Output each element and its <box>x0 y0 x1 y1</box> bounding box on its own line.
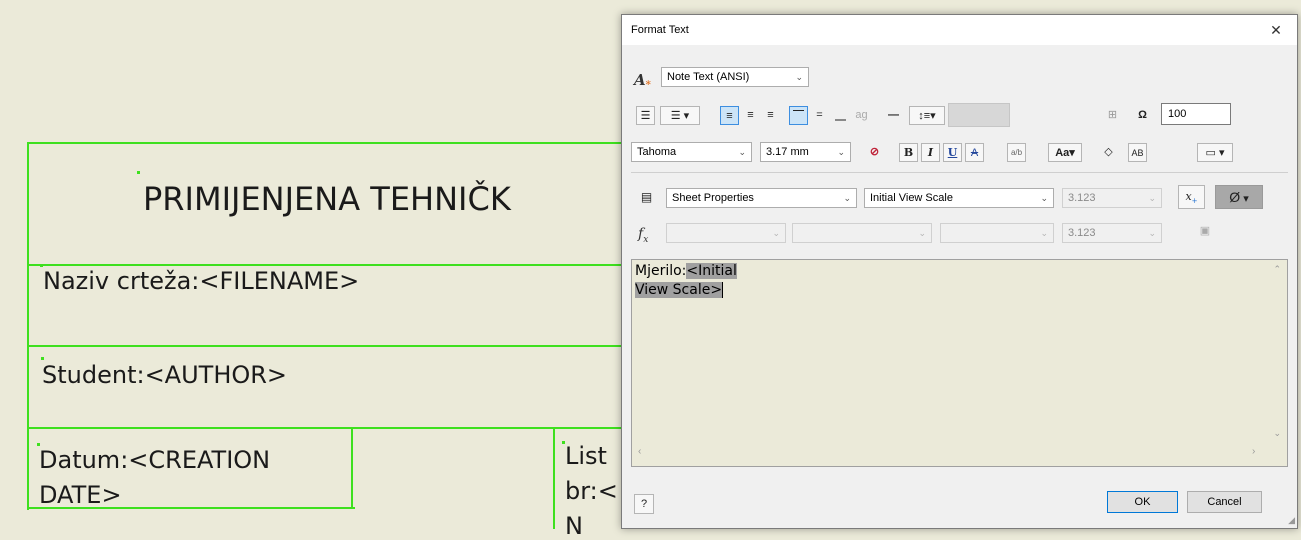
align-center-icon[interactable]: ≡ <box>741 106 760 125</box>
frame-icon[interactable]: AB <box>1128 143 1147 162</box>
ok-button[interactable]: OK <box>1107 491 1178 513</box>
border-top <box>27 142 627 144</box>
row-divider-2 <box>27 345 627 347</box>
text-style-select[interactable]: Note Text (ANSI) ⌄ <box>661 67 809 87</box>
editor-field-selection-1: <Initial <box>686 263 737 279</box>
insert-symbol-button[interactable]: Ø ▾ <box>1215 185 1263 209</box>
align-bottom-icon[interactable]: ⎽ <box>831 106 850 125</box>
close-icon: ✕ <box>1270 22 1282 38</box>
scroll-right-arrow[interactable]: › <box>1252 446 1255 457</box>
toolbar-separator <box>631 172 1288 173</box>
scale-input[interactable]: 100 <box>1161 103 1231 125</box>
col-divider-2 <box>553 427 555 529</box>
underline-button[interactable]: U <box>943 143 962 162</box>
datum-field-line1: Datum:<CREATION <box>39 446 271 474</box>
help-icon: ? <box>640 498 648 510</box>
numbered-list-icon[interactable]: ☰ ▾ <box>660 106 700 125</box>
dialog-title-bar <box>622 15 1297 45</box>
row-divider-3 <box>27 427 627 429</box>
add-parameter-icon[interactable]: x+ <box>1178 185 1205 209</box>
scroll-down-arrow[interactable]: ⌄ <box>1273 428 1281 439</box>
fx-select-3[interactable]: ⌄ <box>940 223 1054 243</box>
resize-grip[interactable]: ◢ <box>1288 515 1295 526</box>
editor-field-selection-2: View Scale> <box>635 282 723 298</box>
stretch-icon[interactable]: ⊞ <box>1103 106 1122 125</box>
sheet-properties-icon: ▤ <box>640 190 653 204</box>
align-top-icon[interactable]: ⎺ <box>789 106 808 125</box>
list-field-line3: N <box>565 512 583 540</box>
text-editor[interactable]: Mjerilo:<Initial View Scale> ⌃ ⌄ ‹ › <box>631 259 1288 467</box>
fx-select-1[interactable]: ⌄ <box>666 223 786 243</box>
border-left <box>27 142 29 510</box>
editor-text-prefix: Mjerilo: <box>635 263 687 279</box>
font-size-select[interactable]: 3.17 mm ⌄ <box>760 142 851 162</box>
dialog-title: Format Text <box>631 24 689 36</box>
diameter-symbol-icon: Ø <box>1229 189 1241 205</box>
property-select[interactable]: Initial View Scale ⌄ <box>864 188 1054 208</box>
parameter-type-select[interactable]: Sheet Properties ⌄ <box>666 188 857 208</box>
scroll-left-arrow[interactable]: ‹ <box>638 446 641 457</box>
line-spacing-value[interactable] <box>948 103 1010 127</box>
bullet-list-icon[interactable]: ☰ <box>636 106 655 125</box>
naziv-crteza-field: Naziv crteža:<FILENAME> <box>43 267 360 295</box>
insert-function-icon[interactable]: ▣ <box>1192 222 1218 246</box>
row-divider-1 <box>27 264 627 266</box>
list-field-line1: List <box>565 442 607 470</box>
cancel-button[interactable]: Cancel <box>1187 491 1262 513</box>
student-field: Student:<AUTHOR> <box>42 361 288 389</box>
line-spacing-icon[interactable]: ↕≡▾ <box>909 106 945 125</box>
align-left-icon[interactable]: ≡ <box>720 106 739 125</box>
text-color-icon[interactable]: ⊘ <box>865 143 884 162</box>
stack-icon[interactable]: a/b <box>1007 143 1026 162</box>
align-middle-icon[interactable]: = <box>810 106 829 125</box>
fx-select-2[interactable]: ⌄ <box>792 223 932 243</box>
line-weight-icon[interactable]: — <box>884 106 903 125</box>
case-icon[interactable]: Aa▾ <box>1048 143 1082 162</box>
text-style-icon: A⁎ <box>634 71 651 89</box>
close-button[interactable]: ✕ <box>1262 19 1290 41</box>
scroll-up-arrow[interactable]: ⌃ <box>1273 264 1281 275</box>
precision-select[interactable]: 3.123 ⌄ <box>1062 188 1162 208</box>
strikethrough-button[interactable]: A <box>965 143 984 162</box>
fx-precision-select[interactable]: 3.123 ⌄ <box>1062 223 1162 243</box>
insert-symbol-dropdown-icon[interactable]: ▭ ▾ <box>1197 143 1233 162</box>
datum-field-line2: DATE> <box>39 481 122 509</box>
bold-button[interactable]: B <box>899 143 918 162</box>
fx-icon: fx <box>638 226 649 245</box>
list-field-line2: br:< <box>565 477 618 505</box>
baseline-icon[interactable]: ag <box>852 106 871 125</box>
format-text-dialog: Format Text ✕ A⁎ Note Text (ANSI) ⌄ ☰ ☰ ▾… <box>621 14 1298 529</box>
help-button[interactable]: ? <box>634 494 654 514</box>
background-fill-icon[interactable]: ◇ <box>1099 143 1118 162</box>
font-select[interactable]: Tahoma ⌄ <box>631 142 752 162</box>
sheet-title: PRIMIJENJENA TEHNIČK <box>143 180 511 218</box>
align-right-icon[interactable]: ≡ <box>761 106 780 125</box>
width-scale-icon[interactable]: Ω <box>1133 106 1152 125</box>
italic-button[interactable]: I <box>921 143 940 162</box>
col-divider-1 <box>351 427 353 509</box>
